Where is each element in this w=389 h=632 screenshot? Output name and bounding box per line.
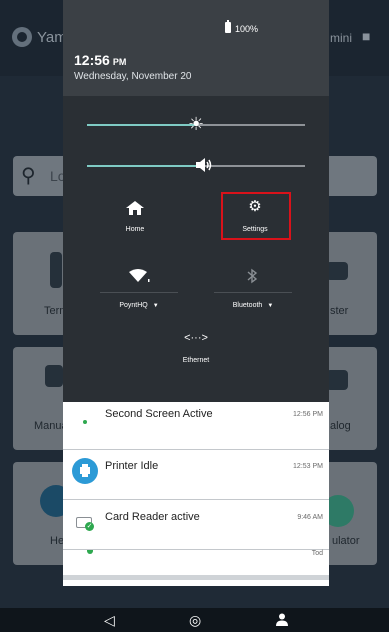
notification-title: Card Reader active [105, 511, 200, 523]
wifi-network-dropdown[interactable]: PoyntHQ ▼ [100, 302, 178, 309]
volume-slider-fill [87, 165, 200, 167]
notification-card-reader[interactable]: ✓ Card Reader active 9:46 AM [63, 500, 329, 550]
notification-peek-time: Tod [311, 550, 323, 557]
bluetooth-divider [214, 292, 292, 293]
printer-icon [72, 458, 98, 484]
notification-title: Second Screen Active [105, 408, 213, 420]
notification-title: Printer Idle [105, 460, 159, 472]
person-icon [276, 613, 288, 626]
ethernet-tile-label: Ethernet [182, 357, 210, 364]
clock-ampm: PM [112, 57, 127, 67]
clock-time[interactable]: 12:56 PM [74, 52, 126, 68]
settings-highlight-box [221, 192, 291, 240]
background-tile-label: alog [330, 420, 351, 432]
status-header: 100% 12:56 PM Wednesday, November 20 [63, 0, 329, 96]
notification-time: 12:53 PM [293, 463, 323, 470]
wifi-network-name: PoyntHQ [119, 302, 148, 309]
background-tile-label: ulator [332, 535, 360, 547]
brightness-icon[interactable]: ☀ [188, 115, 204, 133]
notification-stack-edge [63, 580, 329, 586]
notification-printer[interactable]: Printer Idle 12:53 PM [63, 450, 329, 500]
back-button[interactable]: ◁ [104, 612, 115, 628]
ethernet-icon: <···> [184, 332, 208, 344]
clock-date[interactable]: Wednesday, November 20 [74, 71, 191, 82]
notification-shade: 100% 12:56 PM Wednesday, November 20 ☀ Ho… [63, 0, 329, 588]
user-icon: ■ [362, 28, 371, 44]
search-icon: ⚲ [21, 165, 36, 187]
battery-icon [225, 20, 231, 33]
battery-percent: 100% [235, 24, 259, 34]
manual-icon [45, 365, 63, 387]
background-tile-label: He [50, 535, 65, 547]
home-tile-label: Home [125, 226, 145, 233]
brightness-slider-fill [87, 124, 196, 126]
bluetooth-label: Bluetooth [232, 302, 263, 309]
home-button[interactable]: ◎ [189, 612, 201, 628]
status-dot-icon [83, 420, 87, 424]
bluetooth-icon [245, 268, 259, 284]
terminal-icon [50, 252, 62, 288]
quick-settings-panel: ☀ Home ⚙ Settings PoyntHQ ▼ Bluetooth ▼ … [63, 96, 329, 402]
chevron-down-icon: ▼ [267, 303, 274, 309]
chevron-down-icon: ▼ [152, 303, 159, 309]
background-tile-catalog [321, 347, 377, 450]
notification-time: 12:56 PM [293, 411, 323, 418]
clock-hours-minutes: 12:56 [74, 52, 110, 68]
background-tile-label: ster [330, 305, 349, 317]
notification-stack-peek[interactable]: Tod [63, 550, 329, 575]
status-dot-icon [87, 550, 93, 554]
app-logo-icon [12, 27, 32, 47]
home-icon [125, 200, 145, 216]
catalog-icon [326, 370, 348, 390]
volume-icon[interactable] [194, 156, 214, 177]
profile-button[interactable] [276, 613, 288, 629]
check-badge-icon: ✓ [85, 522, 94, 531]
register-icon [326, 262, 348, 280]
background-user-name: mini [330, 31, 353, 45]
wifi-divider [100, 292, 178, 293]
background-tile-register [321, 232, 377, 335]
system-nav-bar: ◁ ◎ [0, 608, 389, 632]
bluetooth-dropdown[interactable]: Bluetooth ▼ [214, 302, 292, 309]
notification-time: 9:46 AM [297, 514, 323, 521]
notification-second-screen[interactable]: Second Screen Active 12:56 PM [63, 402, 329, 450]
wifi-icon [129, 269, 151, 283]
